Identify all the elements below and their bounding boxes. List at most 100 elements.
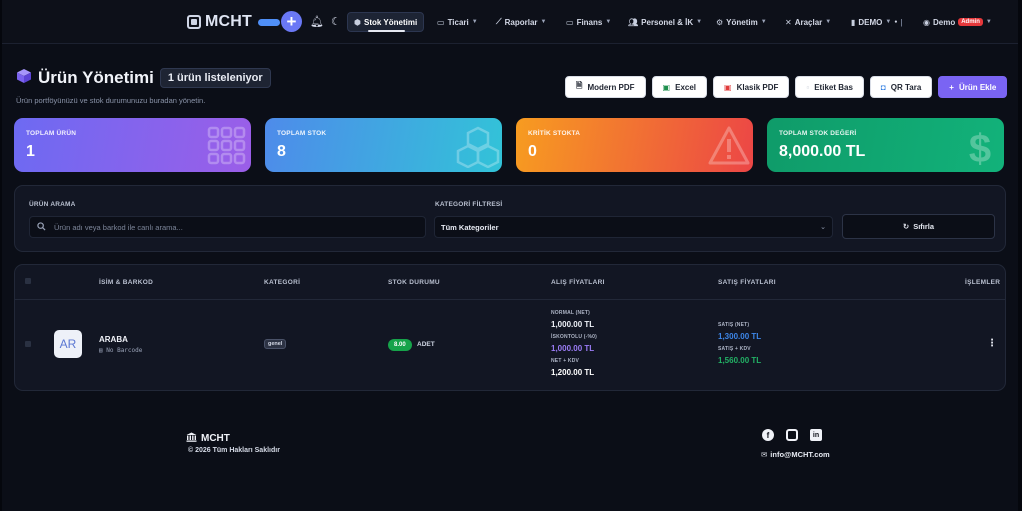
nav-user-menu[interactable]: ◉ Demo Admin ▼: [917, 12, 998, 32]
button-label: Ürün Ekle: [958, 82, 997, 92]
stat-card-critical-stock: KRİTİK STOKTA 0: [516, 118, 753, 172]
category-select-value: Tüm Kategoriler: [441, 222, 499, 232]
sale-vat-label: SATIŞ + KDV: [718, 346, 751, 352]
column-header-stock: STOK DURUMU: [388, 279, 440, 286]
stat-card-total-products: TOPLAM ÜRÜN 1: [14, 118, 251, 172]
product-count-badge: 1 ürün listeleniyor: [159, 68, 271, 88]
row-checkbox[interactable]: [25, 341, 31, 347]
camera-icon: ◘: [880, 82, 886, 92]
nav-finans[interactable]: ▭ Finans ▼: [560, 12, 617, 32]
nav-personel-ik[interactable]: 👥︎ Personel & İK ▼: [622, 12, 708, 32]
bell-icon[interactable]: 🔔︎: [310, 15, 324, 28]
chevron-down-icon: ▼: [760, 19, 767, 25]
search-field[interactable]: [29, 216, 426, 238]
button-label: Modern PDF: [587, 82, 635, 92]
stat-card-stock-value: TOPLAM STOK DEĞERİ 8,000.00 TL $: [767, 118, 1004, 172]
warning-icon: [708, 126, 750, 165]
product-name[interactable]: ARABA: [99, 335, 128, 344]
nav-stok-yonetimi[interactable]: ⬢ Stok Yönetimi: [347, 12, 425, 32]
stat-label: TOPLAM STOK: [277, 130, 327, 137]
category-filter-label: KATEGORİ FİLTRESİ: [435, 201, 503, 208]
wallet-icon: ▭: [566, 17, 574, 27]
stat-value: 8,000.00 TL: [779, 143, 866, 160]
chevron-down-icon: ▼: [825, 19, 832, 25]
stat-value: 0: [528, 143, 537, 160]
button-label: Etiket Bas: [814, 82, 853, 92]
page-subtitle: Ürün portföyünüzü ve stok durumunuzu bur…: [16, 96, 206, 105]
purchase-vat-value: 1,200.00 TL: [551, 368, 595, 377]
chevron-down-icon: ▼: [540, 19, 547, 25]
dollar-icon: $: [969, 127, 991, 168]
linkedin-icon[interactable]: in: [810, 429, 822, 441]
column-header-purchase: ALIŞ FİYATLARI: [551, 279, 605, 286]
excel-button[interactable]: ▣ Excel: [651, 76, 708, 98]
product-barcode: ▤ No Barcode: [99, 347, 142, 354]
stat-card-total-stock: TOPLAM STOK 8: [265, 118, 502, 172]
quick-add-button[interactable]: +: [281, 11, 302, 32]
category-select[interactable]: Tüm Kategoriler ⌄: [434, 216, 833, 238]
nav-divider: |: [900, 17, 903, 27]
nav-label: Raporlar: [504, 17, 538, 27]
purchase-normal-label: NORMAL (NET): [551, 310, 590, 316]
nav-label: Stok Yönetimi: [363, 17, 418, 27]
facebook-icon[interactable]: f: [762, 429, 774, 441]
file-excel-icon: ▣: [662, 82, 671, 92]
nav-raporlar[interactable]: ⟋ Raporlar ▼: [490, 12, 552, 32]
column-header-category: KATEGORİ: [264, 279, 301, 286]
klasik-pdf-button[interactable]: ▣ Klasik PDF: [713, 76, 790, 98]
instagram-icon[interactable]: [786, 429, 798, 441]
boxes-icon: [207, 126, 246, 165]
nav-demo-company[interactable]: ▮ DEMO ▼ ● |: [845, 12, 909, 32]
footer-email[interactable]: ✉ info@MCHT.com: [761, 450, 830, 459]
stat-label: TOPLAM STOK DEĞERİ: [779, 130, 857, 137]
file-pdf-icon: 🗎: [576, 81, 583, 90]
brand-name: MCHT: [205, 13, 253, 30]
qr-tara-button[interactable]: ◘ QR Tara: [869, 76, 933, 98]
app-frame: MCHT + 🔔︎ ☾ ⬢ Stok Yönetimi ▭ Ticari ▼ ⟋…: [2, 0, 1018, 511]
brand-logo[interactable]: MCHT: [187, 13, 281, 31]
envelope-icon: ✉: [761, 450, 768, 459]
select-all-checkbox[interactable]: [25, 278, 31, 284]
stock-badge: 8.00: [388, 339, 412, 351]
category-badge: genel: [264, 339, 287, 349]
urun-ekle-button[interactable]: + Ürün Ekle: [938, 76, 1008, 98]
purchase-discount-label: İSKONTOLU (-%0): [551, 334, 597, 340]
bank-icon: [186, 432, 197, 445]
chevron-down-icon: ⌄: [820, 224, 826, 231]
table-header: İSİM & BARKOD KATEGORİ STOK DURUMU ALIŞ …: [15, 265, 1005, 300]
purchase-normal-value: 1,000.00 TL: [551, 320, 595, 329]
tag-icon: ▫: [806, 82, 810, 92]
nav-label: Ticari: [447, 17, 469, 27]
etiket-bas-button[interactable]: ▫ Etiket Bas: [795, 76, 864, 98]
barcode-text: No Barcode: [106, 347, 143, 354]
purchase-vat-label: NET + KDV: [551, 358, 580, 364]
page-title: Ürün Yönetimi: [38, 68, 154, 87]
cubes-icon: [456, 126, 500, 168]
stat-label: TOPLAM ÜRÜN: [26, 130, 77, 137]
button-label: Klasik PDF: [736, 82, 779, 92]
modern-pdf-button[interactable]: 🗎 Modern PDF: [565, 76, 646, 98]
nav-label: DEMO: [858, 17, 883, 27]
nav-label: Yönetim: [726, 17, 758, 27]
moon-icon[interactable]: ☾: [331, 15, 341, 28]
row-actions-kebab-icon[interactable]: ⋮: [987, 338, 997, 349]
column-header-name: İSİM & BARKOD: [99, 279, 154, 286]
chip-icon: [187, 15, 201, 29]
briefcase-icon: ▭: [437, 17, 445, 27]
nav-araclar[interactable]: ✕ Araçlar ▼: [779, 12, 837, 32]
action-toolbar: 🗎 Modern PDF ▣ Excel ▣ Klasik PDF ▫ Etik…: [565, 76, 1008, 98]
sale-net-label: SATIŞ (NET): [718, 322, 750, 328]
nav-ticari[interactable]: ▭ Ticari ▼: [431, 12, 484, 32]
nav-label: Finans: [576, 17, 603, 27]
reset-button[interactable]: ↻ Sıfırla: [842, 214, 995, 239]
refresh-icon: ↻: [902, 222, 910, 231]
stat-value: 1: [26, 143, 35, 160]
nav-yonetim[interactable]: ⚙ Yönetim ▼: [710, 12, 773, 32]
plus-icon: +: [949, 82, 954, 92]
svg-text:$: $: [969, 127, 991, 168]
column-header-actions: İŞLEMLER: [965, 279, 1001, 286]
search-input[interactable]: [54, 222, 394, 232]
column-header-sale: SATIŞ FİYATLARI: [718, 279, 776, 286]
chevron-down-icon: ▼: [471, 19, 478, 25]
footer-email-text: info@MCHT.com: [770, 450, 830, 459]
